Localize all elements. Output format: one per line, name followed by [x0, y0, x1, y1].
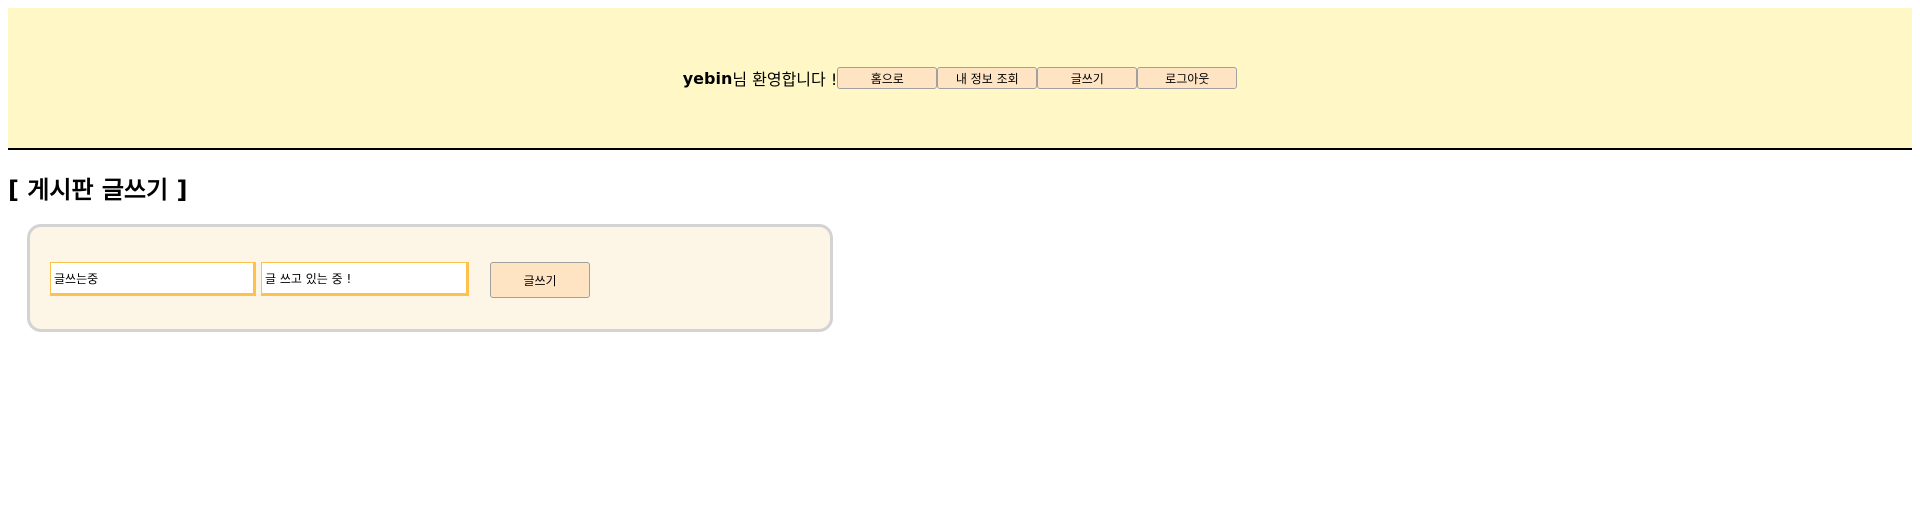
welcome-text: 님 환영합니다 ! — [732, 70, 838, 89]
username-text: yebin — [682, 68, 733, 88]
home-button[interactable]: 홈으로 — [837, 67, 938, 89]
header-divider — [8, 148, 1912, 150]
logout-button[interactable]: 로그아웃 — [1137, 67, 1238, 89]
write-form: 글쓰기 — [27, 224, 833, 332]
header-bar: yebin 님 환영합니다 ! 홈으로 내 정보 조회 글쓰기 로그아웃 — [8, 8, 1912, 148]
submit-write-button[interactable]: 글쓰기 — [490, 262, 590, 298]
title-input[interactable] — [50, 262, 256, 296]
content-input[interactable] — [261, 262, 469, 296]
page-title: [ 게시판 글쓰기 ] — [8, 176, 188, 204]
my-info-button[interactable]: 내 정보 조회 — [937, 67, 1038, 89]
welcome-area: yebin 님 환영합니다 ! 홈으로 내 정보 조회 글쓰기 로그아웃 — [683, 66, 1238, 90]
write-nav-button[interactable]: 글쓰기 — [1037, 67, 1138, 89]
